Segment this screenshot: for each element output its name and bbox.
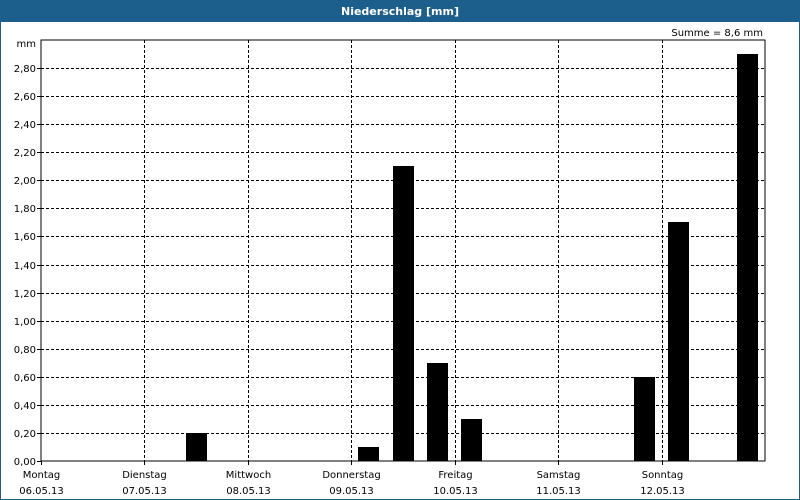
- y-tick-label: 0,00: [14, 457, 36, 468]
- y-tick-label: 1,60: [14, 232, 36, 243]
- bar: [393, 166, 414, 461]
- x-tick-label-date: 09.05.13: [329, 486, 374, 497]
- x-tick-label-date: 10.05.13: [433, 486, 478, 497]
- precipitation-chart: 0,00 0,20 0,40 0,60 0,80 1,00 1,20 1,40 1,60 1,80…: [14, 39, 766, 497]
- y-tick-label: 1,00: [14, 317, 36, 328]
- bar: [634, 377, 655, 461]
- x-tick-label-date: 08.05.13: [226, 486, 271, 497]
- x-tick-label-date: 06.05.13: [19, 486, 64, 497]
- y-tick-label: 0,60: [14, 373, 36, 384]
- x-tick-label-day: Freitag: [438, 470, 472, 481]
- y-tick-label: 0,80: [14, 345, 36, 356]
- y-tick-label: 2,20: [14, 148, 36, 159]
- x-tick-label-day: Donnerstag: [322, 470, 380, 481]
- y-tick-label: 2,00: [14, 176, 36, 187]
- y-tick-label: 2,80: [14, 64, 36, 75]
- x-tick-label-day: Samstag: [537, 470, 581, 481]
- y-tick-label: 1,80: [14, 204, 36, 215]
- y-tick-label: 0,40: [14, 401, 36, 412]
- x-tick-label-date: 07.05.13: [122, 486, 167, 497]
- y-axis-label: mm: [17, 39, 36, 50]
- y-tick-label: 1,40: [14, 261, 36, 272]
- y-tick-label: 1,20: [14, 289, 36, 300]
- bar: [668, 222, 689, 461]
- x-tick-label-day: Dienstag: [122, 470, 167, 481]
- y-tick-label: 2,40: [14, 120, 36, 131]
- bar: [186, 433, 207, 461]
- bar: [737, 54, 758, 461]
- y-tick-label: 0,20: [14, 429, 36, 440]
- bar: [427, 363, 448, 461]
- x-tick-label-date: 11.05.13: [536, 486, 581, 497]
- y-tick-label: 2,60: [14, 92, 36, 103]
- bar: [358, 447, 379, 461]
- bar: [461, 419, 482, 461]
- x-tick-label-day: Sonntag: [642, 470, 684, 481]
- x-tick-label-day: Mittwoch: [226, 470, 271, 481]
- x-tick-label-date: 12.05.13: [640, 486, 685, 497]
- x-tick-label-day: Montag: [23, 470, 60, 481]
